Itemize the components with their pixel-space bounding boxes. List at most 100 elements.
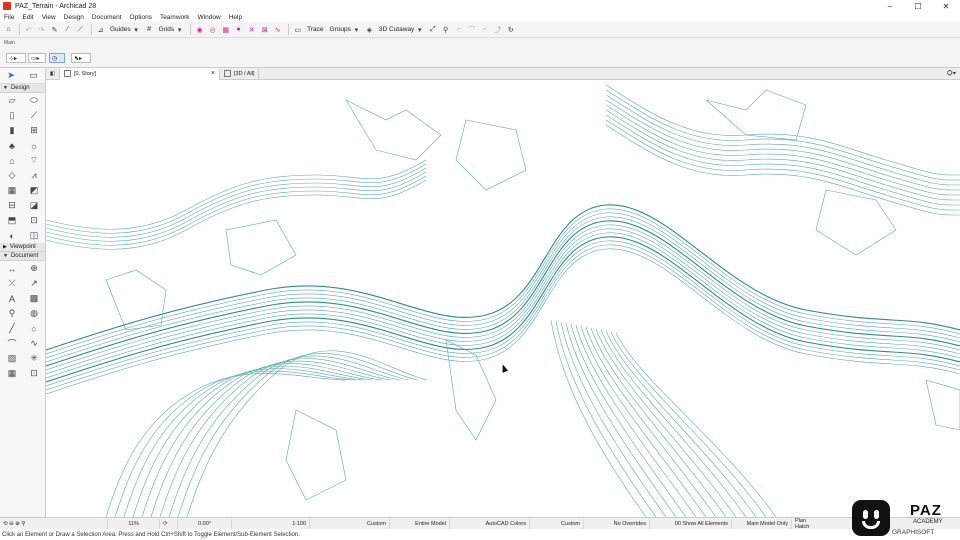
chevron-down-icon[interactable]: ▾	[414, 24, 425, 36]
menu-options[interactable]: Options	[126, 14, 156, 21]
chevron-down-icon[interactable]: ▾	[351, 24, 362, 36]
rotation-icon[interactable]: ⟳	[160, 518, 178, 529]
close-icon[interactable]: ✕	[932, 0, 960, 12]
fillet-icon[interactable]: ⌒	[466, 24, 477, 36]
snap-grid-icon[interactable]: ▦	[220, 24, 231, 36]
home-icon[interactable]: ⌂	[3, 24, 14, 36]
viewpoint-section-header[interactable]: ▶ Viewpoint	[0, 243, 45, 252]
shell-tool-icon[interactable]: ⌔	[23, 153, 45, 168]
undo-icon[interactable]: ↶	[23, 24, 34, 36]
change-tool-icon[interactable]: ◫	[23, 228, 45, 243]
layer-combination[interactable]: Custom	[310, 518, 390, 529]
column-tool-icon[interactable]: ▯	[1, 108, 23, 123]
floor-plan-canvas[interactable]	[46, 80, 960, 517]
wall-tool-icon[interactable]: ▱	[1, 93, 23, 108]
hotspot-tool-icon[interactable]: ✳	[23, 351, 45, 366]
eyedropper-icon[interactable]: ⁄	[62, 24, 73, 36]
opening-tool-icon[interactable]: ◐	[1, 228, 23, 243]
figure-tool-icon[interactable]: ▨	[1, 351, 23, 366]
snap-line-icon[interactable]: ⊠	[259, 24, 270, 36]
rotation-angle[interactable]: 0.00°	[178, 518, 232, 529]
curtain-wall-tool-icon[interactable]: ▦	[1, 183, 23, 198]
zoom-magnifier-icon[interactable]: ⚲	[440, 24, 451, 36]
marquee-shape-dropdown[interactable]: ▭▸	[28, 53, 46, 63]
document-section-header[interactable]: ▼ Document	[0, 252, 45, 261]
marker-tool-icon[interactable]: ⚲	[1, 306, 23, 321]
structural-display[interactable]: Main Model Only	[732, 518, 792, 529]
zoom-controls[interactable]: ⟲ ⊖ ⊕ ⚲	[0, 518, 108, 529]
groups-button[interactable]: Groups	[330, 26, 351, 33]
chevron-down-icon[interactable]: ▾	[131, 24, 142, 36]
selection-method-dropdown[interactable]: ⊹▸	[6, 53, 26, 63]
zone-tool-icon[interactable]: ⬒	[1, 213, 23, 228]
tab-menu-icon[interactable]: ⛭▾	[947, 70, 956, 78]
grids-button[interactable]: Grids	[159, 26, 175, 33]
redo-icon[interactable]: ↷	[36, 24, 47, 36]
menu-file[interactable]: File	[0, 14, 18, 21]
radial-dimension-tool-icon[interactable]: ⊕	[23, 261, 45, 276]
arrow-tool-options[interactable]: ⬉▸	[71, 53, 91, 63]
railing-tool-icon[interactable]: ⊟	[1, 198, 23, 213]
renovation-filter[interactable]: 00 Show All Elements	[650, 518, 732, 529]
offset-icon[interactable]: ⌐	[453, 24, 464, 36]
snap-cross-icon[interactable]: ✕	[246, 24, 257, 36]
maximize-icon[interactable]: ☐	[904, 0, 932, 12]
guides-icon[interactable]: ⊿	[95, 24, 106, 36]
slab-tool-icon[interactable]: ⬭	[23, 93, 45, 108]
worksheet-tool-icon[interactable]: ⊡	[23, 366, 45, 381]
chamfer-icon[interactable]: ⌐	[479, 24, 490, 36]
level-dimension-tool-icon[interactable]: ⤫	[1, 276, 23, 291]
split-icon[interactable]: ⤴	[492, 24, 503, 36]
morph-tool-icon[interactable]: ◩	[23, 183, 45, 198]
trace-icon[interactable]: ▭	[292, 24, 303, 36]
circle-tool-icon[interactable]: ○	[23, 321, 45, 336]
minimize-icon[interactable]: –	[876, 0, 904, 12]
marquee-tool-icon[interactable]: ▭	[29, 70, 38, 81]
object-tool-icon[interactable]: ♣	[1, 138, 23, 153]
chevron-down-icon[interactable]: ▾	[174, 24, 185, 36]
beam-tool-icon[interactable]: ⟋	[23, 108, 45, 123]
dimension-tool-icon[interactable]: ↔	[1, 261, 23, 276]
graphic-overrides[interactable]: No Overrides	[584, 518, 650, 529]
model-view-filter[interactable]: Entire Model	[390, 518, 450, 529]
rotate-icon[interactable]: ↻	[505, 24, 516, 36]
tab-nav-arrows[interactable]: ◧	[46, 67, 60, 80]
tab-floor-plan[interactable]: [0. Story] ×	[60, 67, 220, 80]
window-tool-icon[interactable]: ⊞	[23, 123, 45, 138]
snap-points-icon[interactable]: ◎	[207, 24, 218, 36]
snap-wave-icon[interactable]: ∿	[272, 24, 283, 36]
grids-icon[interactable]: #	[144, 24, 155, 36]
inject-icon[interactable]: ✎	[49, 24, 60, 36]
zoom-value[interactable]: 11%	[108, 518, 160, 529]
scale-value[interactable]: 1:100	[232, 518, 310, 529]
marquee-scope-icon[interactable]: ◷	[49, 53, 65, 63]
model-view-options[interactable]: Custom	[530, 518, 584, 529]
polyline-tool-icon[interactable]: ⌒	[1, 336, 23, 351]
snap-icon[interactable]: ◉	[194, 24, 205, 36]
tab-3d[interactable]: [3D / All]	[220, 67, 260, 80]
menu-window[interactable]: Window	[194, 14, 225, 21]
menu-edit[interactable]: Edit	[18, 14, 37, 21]
guides-button[interactable]: Guides	[110, 26, 131, 33]
drawing-tool-icon[interactable]: ▦	[1, 366, 23, 381]
menu-document[interactable]: Document	[88, 14, 126, 21]
door-tool-icon[interactable]: ▮	[1, 123, 23, 138]
fill-tool-icon[interactable]: ▩	[23, 291, 45, 306]
line-tool-icon[interactable]: ╱	[1, 321, 23, 336]
cutaway-button[interactable]: 3D Cutaway	[379, 26, 414, 33]
spline-tool-icon[interactable]: ∿	[23, 336, 45, 351]
magic-wand-icon[interactable]: ⤢	[427, 24, 438, 36]
change-marker-tool-icon[interactable]: ◍	[23, 306, 45, 321]
mesh-tool-icon[interactable]: ◪	[23, 198, 45, 213]
design-section-header[interactable]: ▼ Design	[0, 84, 45, 93]
menu-design[interactable]: Design	[60, 14, 88, 21]
lamp-tool-icon[interactable]: ☼	[23, 138, 45, 153]
pen-set[interactable]: AutoCAD Colors	[450, 518, 530, 529]
plan-hatch[interactable]: Plan Hatch	[792, 518, 822, 530]
trace-button[interactable]: Trace	[307, 26, 323, 33]
menu-help[interactable]: Help	[225, 14, 246, 21]
snap-circle-icon[interactable]: ●	[233, 24, 244, 36]
panel-tool-icon[interactable]: ⊡	[23, 213, 45, 228]
syringe-icon[interactable]: ⟋	[75, 24, 86, 36]
label-tool-icon[interactable]: ↗	[23, 276, 45, 291]
